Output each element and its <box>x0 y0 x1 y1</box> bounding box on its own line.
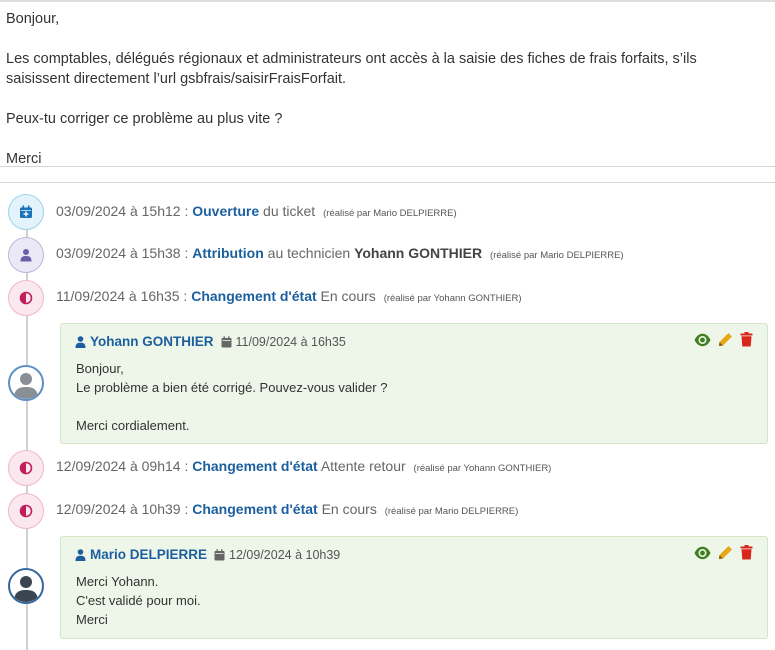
pencil-icon[interactable] <box>718 332 733 347</box>
event-action[interactable]: Changement d'état <box>192 501 317 517</box>
event-detail: Attente retour <box>320 458 406 474</box>
event-date: 03/09/2024 à 15h12 : <box>56 203 189 219</box>
timeline-event-state-change: 12/09/2024 à 10h39 : Changement d'état E… <box>56 501 518 517</box>
comment-line: Bonjour, <box>76 361 124 376</box>
event-detail: du ticket <box>263 203 316 219</box>
pencil-icon[interactable] <box>718 545 733 560</box>
event-author: (réalisé par Yohann GONTHIER) <box>383 293 522 304</box>
timeline-event-icon <box>8 194 44 230</box>
event-action[interactable]: Ouverture <box>192 203 259 219</box>
event-target-user: Yohann GONTHIER <box>354 245 483 261</box>
timeline-event-attribution: 03/09/2024 à 15h38 : Attribution au tech… <box>56 245 624 261</box>
message-line-2: saisissent directement l’url gsbfrais/sa… <box>6 71 347 87</box>
event-date: 12/09/2024 à 09h14 : <box>56 458 189 474</box>
event-date: 11/09/2024 à 16h35 : <box>56 288 188 304</box>
event-action[interactable]: Changement d'état <box>191 288 316 304</box>
comment-date: 11/09/2024 à 16h35 <box>235 334 346 349</box>
user-icon <box>75 335 86 348</box>
event-detail: En cours <box>320 288 376 304</box>
comment-header: Mario DELPIERRE 12/09/2024 à 10h39 <box>75 547 340 562</box>
calendar-icon <box>221 335 231 347</box>
comment-actions <box>694 545 753 560</box>
comment-card: Mario DELPIERRE 12/09/2024 à 10h39 Merci… <box>60 536 768 639</box>
trash-icon[interactable] <box>740 332 753 347</box>
half-circle-icon <box>19 461 33 475</box>
comment-actions <box>694 332 753 347</box>
eye-icon[interactable] <box>694 333 711 347</box>
user-avatar-icon <box>14 576 38 602</box>
ticket-message: Bonjour, Les comptables, délégués région… <box>0 0 775 167</box>
event-author: (réalisé par Yohann GONTHIER) <box>413 463 552 474</box>
comment-line: Merci cordialement. <box>76 418 190 433</box>
event-action[interactable]: Attribution <box>192 245 264 261</box>
timeline-event-state-change: 11/09/2024 à 16h35 : Changement d'état E… <box>56 288 522 304</box>
comment-line: Le problème a bien été corrigé. Pouvez-v… <box>76 380 388 395</box>
event-action[interactable]: Changement d'état <box>192 458 317 474</box>
timeline-event-icon <box>8 493 44 529</box>
comment-body: Bonjour, Le problème a bien été corrigé.… <box>76 359 387 435</box>
comment-line: Merci Yohann. <box>76 574 159 589</box>
timeline-event-icon <box>8 450 44 486</box>
user-icon <box>75 548 86 561</box>
timeline-event-opening: 03/09/2024 à 15h12 : Ouverture du ticket… <box>56 203 457 219</box>
comment-header: Yohann GONTHIER 11/09/2024 à 16h35 <box>75 334 346 349</box>
comment-card: Yohann GONTHIER 11/09/2024 à 16h35 Bonjo… <box>60 323 768 444</box>
comment-line: Merci <box>76 612 108 627</box>
event-detail: au technicien <box>267 245 351 261</box>
event-author: (réalisé par Mario DELPIERRE) <box>323 208 457 219</box>
avatar <box>8 365 44 401</box>
half-circle-icon <box>19 504 33 518</box>
event-detail: En cours <box>321 501 377 517</box>
timeline-event-icon <box>8 280 44 316</box>
user-avatar-icon <box>14 373 38 399</box>
user-icon <box>20 249 32 262</box>
event-date: 12/09/2024 à 10h39 : <box>56 501 189 517</box>
trash-icon[interactable] <box>740 545 753 560</box>
message-line-1: Les comptables, délégués régionaux et ad… <box>6 51 697 67</box>
timeline-event-icon <box>8 237 44 273</box>
comment-date: 12/09/2024 à 10h39 <box>229 547 341 562</box>
comment-author[interactable]: Mario DELPIERRE <box>90 547 207 562</box>
eye-icon[interactable] <box>694 546 711 560</box>
message-thanks: Merci <box>6 151 42 167</box>
avatar <box>8 568 44 604</box>
event-author: (réalisé par Mario DELPIERRE) <box>490 250 624 261</box>
comment-author[interactable]: Yohann GONTHIER <box>90 334 214 349</box>
comment-line <box>76 397 387 416</box>
message-greeting: Bonjour, <box>6 11 60 27</box>
separator <box>0 182 775 183</box>
event-author: (réalisé par Mario DELPIERRE) <box>384 506 519 517</box>
message-question: Peux-tu corriger ce problème au plus vit… <box>6 111 283 127</box>
timeline-event-state-change: 12/09/2024 à 09h14 : Changement d'état A… <box>56 458 551 474</box>
calendar-plus-icon <box>20 205 32 218</box>
calendar-icon <box>214 548 225 560</box>
comment-line: C'est validé pour moi. <box>76 593 201 608</box>
event-date: 03/09/2024 à 15h38 : <box>56 245 189 261</box>
comment-body: Merci Yohann. C'est validé pour moi. Mer… <box>76 572 201 629</box>
half-circle-icon <box>19 291 33 305</box>
